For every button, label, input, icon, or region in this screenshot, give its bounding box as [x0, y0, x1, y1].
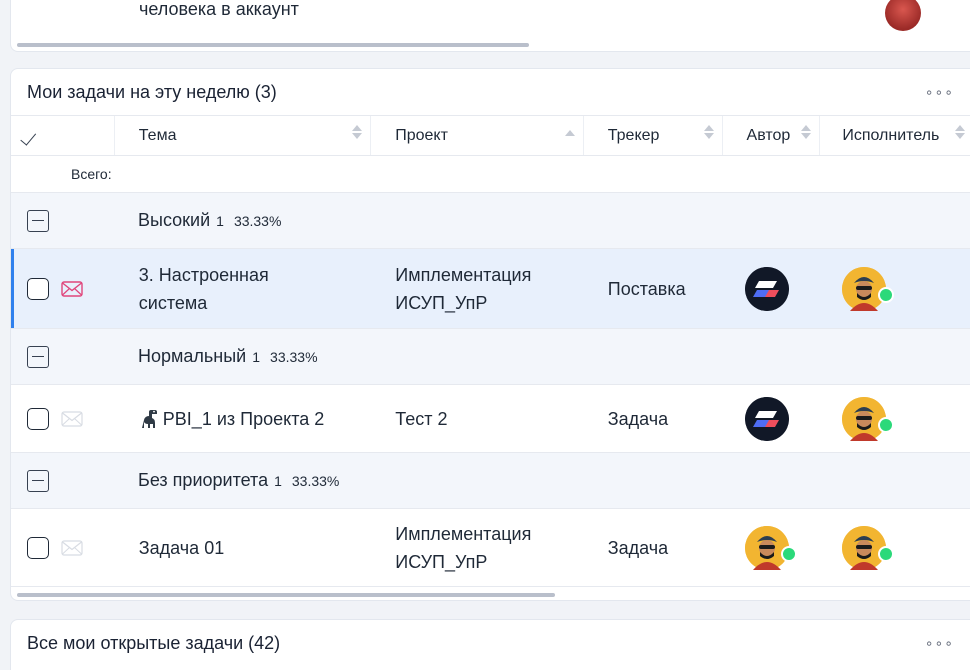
- row-checkbox[interactable]: [27, 407, 49, 430]
- logo-icon: [744, 396, 789, 441]
- group-count: 1: [216, 212, 224, 229]
- online-status-indicator: [878, 416, 895, 433]
- column-header-label: Тема: [138, 126, 177, 144]
- task-tracker: Задача: [607, 408, 669, 429]
- group-row-high[interactable]: Высокий 1 33.33%: [11, 193, 970, 249]
- widget-title: Все мои открытые задачи (42): [27, 632, 281, 653]
- row-select-cell: [11, 536, 115, 559]
- group-count: 1: [274, 472, 282, 489]
- column-header-tracker[interactable]: Трекер: [584, 116, 723, 155]
- topic-line: система: [138, 292, 208, 313]
- widget-header: Все мои открытые задачи (42) ∘∘∘: [11, 620, 970, 666]
- user-avatar[interactable]: [842, 266, 895, 311]
- horizontal-scrollbar[interactable]: [17, 593, 555, 597]
- previous-widget-card: человека в аккаунт: [10, 0, 970, 52]
- total-label: Всего:: [71, 166, 112, 182]
- online-status-indicator: [878, 286, 895, 303]
- row-select-cell: [11, 407, 115, 430]
- total-row: Всего:: [11, 156, 970, 193]
- user-avatar[interactable]: [842, 525, 895, 570]
- checkmark-icon: [27, 129, 49, 143]
- sort-icon[interactable]: [352, 125, 363, 139]
- company-logo-avatar[interactable]: [744, 396, 789, 441]
- assignee-cell: [820, 396, 970, 441]
- dinosaur-icon: [141, 409, 157, 428]
- column-header-project[interactable]: Проект: [371, 116, 584, 155]
- envelope-icon[interactable]: [61, 280, 83, 297]
- previous-widget-row-text: человека в аккаунт: [139, 0, 299, 19]
- table-row[interactable]: PBI_1 из Проекта 2 Тест 2 Задача: [11, 385, 970, 453]
- author-cell: [723, 266, 821, 311]
- collapse-group-icon[interactable]: [27, 209, 49, 232]
- select-all-column[interactable]: [11, 116, 115, 155]
- task-tracker: Задача: [607, 537, 669, 558]
- column-header-author[interactable]: Автор: [723, 116, 821, 155]
- collapse-group-icon[interactable]: [27, 345, 49, 368]
- task-topic-link[interactable]: 3. Настроенная система: [115, 261, 371, 317]
- row-checkbox[interactable]: [27, 277, 49, 300]
- sort-icon[interactable]: [801, 125, 812, 139]
- weekly-tasks-widget: Мои задачи на эту неделю (3) ∘∘∘ Тема Пр…: [10, 68, 970, 601]
- user-avatar[interactable]: [744, 525, 797, 570]
- more-options-button[interactable]: ∘∘∘: [925, 635, 954, 652]
- project-line: Имплементация: [395, 264, 532, 285]
- group-label: Нормальный: [138, 346, 247, 366]
- row-select-cell: [11, 277, 115, 300]
- sort-ascending-icon[interactable]: [564, 130, 575, 136]
- widget-title: Мои задачи на эту неделю (3): [27, 81, 277, 102]
- table-row[interactable]: 3. Настроенная система Имплементация ИСУП_…: [11, 249, 970, 329]
- widget-header: Мои задачи на эту неделю (3) ∘∘∘: [11, 69, 970, 115]
- column-header-assignee[interactable]: Исполнитель: [820, 116, 970, 155]
- envelope-icon[interactable]: [61, 539, 83, 556]
- column-header-label: Трекер: [607, 126, 660, 144]
- assignee-cell: [820, 525, 970, 570]
- open-tasks-widget: Все мои открытые задачи (42) ∘∘∘: [10, 619, 970, 670]
- horizontal-scrollbar[interactable]: [17, 43, 529, 47]
- author-cell: [723, 396, 821, 441]
- task-topic-link[interactable]: Задача 01: [115, 534, 371, 562]
- online-status-indicator: [780, 545, 797, 562]
- table-header: Тема Проект Трекер Автор Исполнитель: [11, 115, 970, 156]
- column-header-label: Проект: [395, 126, 448, 144]
- company-logo-avatar[interactable]: [744, 266, 789, 311]
- group-percent: 33.33%: [270, 348, 318, 365]
- table-row[interactable]: Задача 01 Имплементация ИСУП_УпР Задача: [11, 509, 970, 587]
- group-row-normal[interactable]: Нормальный 1 33.33%: [11, 329, 970, 385]
- task-project-link[interactable]: Тест 2: [371, 405, 584, 433]
- group-label: Высокий: [138, 210, 211, 230]
- task-topic-link[interactable]: PBI_1 из Проекта 2: [115, 405, 371, 433]
- task-project-link[interactable]: Имплементация ИСУП_УпР: [371, 520, 584, 576]
- author-cell: [723, 525, 821, 570]
- row-checkbox[interactable]: [27, 536, 49, 559]
- assignee-cell: [820, 266, 970, 311]
- logo-icon: [744, 266, 789, 311]
- sort-icon[interactable]: [955, 125, 966, 139]
- column-header-label: Исполнитель: [842, 126, 940, 144]
- project-line: ИСУП_УпР: [395, 292, 488, 313]
- person-icon: [744, 525, 789, 570]
- topic-line: 3. Настроенная: [138, 264, 269, 285]
- online-status-indicator: [878, 545, 895, 562]
- task-tracker: Поставка: [607, 278, 686, 299]
- topic-text: PBI_1 из Проекта 2: [162, 408, 325, 429]
- column-header-label: Автор: [746, 126, 791, 144]
- group-label: Без приоритета: [138, 470, 269, 490]
- group-count: 1: [252, 348, 261, 365]
- task-project-link[interactable]: Имплементация ИСУП_УпР: [371, 261, 584, 317]
- avatar: [885, 0, 921, 31]
- project-line: Имплементация: [395, 523, 532, 544]
- collapse-group-icon[interactable]: [27, 469, 49, 492]
- column-header-topic[interactable]: Тема: [115, 116, 372, 155]
- user-avatar[interactable]: [842, 396, 895, 441]
- group-percent: 33.33%: [291, 472, 340, 489]
- group-percent: 33.33%: [233, 212, 282, 229]
- envelope-icon[interactable]: [61, 410, 83, 427]
- project-line: ИСУП_УпР: [395, 551, 488, 572]
- more-options-button[interactable]: ∘∘∘: [925, 84, 954, 101]
- sort-icon[interactable]: [703, 125, 714, 139]
- group-row-no-priority[interactable]: Без приоритета 1 33.33%: [11, 453, 970, 509]
